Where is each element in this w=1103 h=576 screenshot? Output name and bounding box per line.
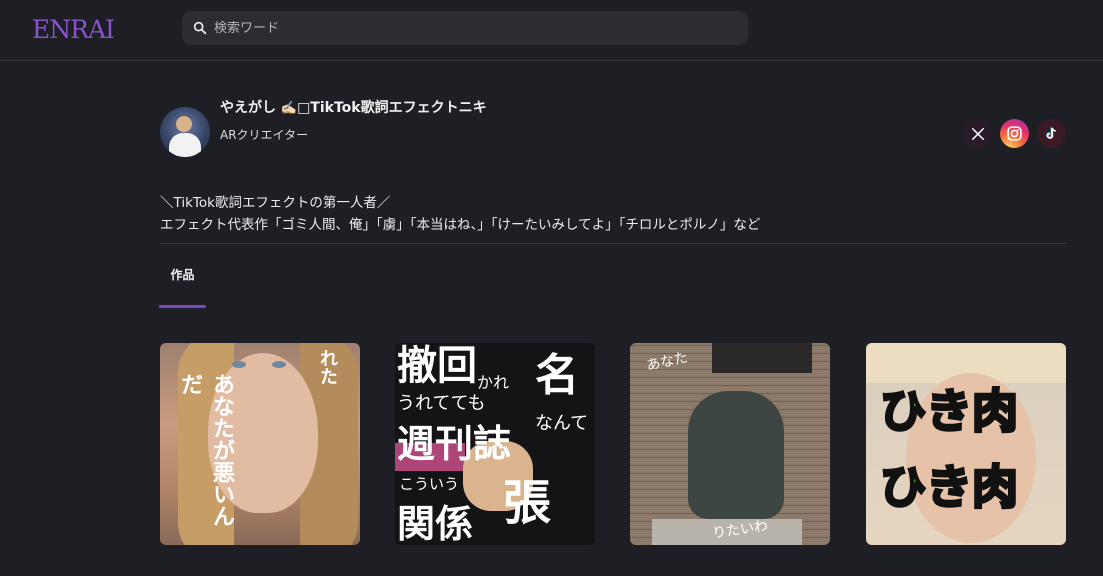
work-caption: あなたが悪いんだ — [177, 373, 235, 527]
x-link[interactable] — [963, 119, 992, 148]
creator-name: やえがし ✍🏻□TikTok歌詞エフェクトニキ — [220, 97, 487, 117]
divider — [160, 243, 1066, 244]
work-caption: ひき肉 — [879, 383, 1020, 440]
instagram-link[interactable] — [1000, 119, 1029, 148]
work-card[interactable]: あなた りたいわ — [630, 343, 830, 545]
work-caption: あなた — [645, 349, 690, 375]
work-caption: 撤回 — [397, 343, 477, 389]
work-card[interactable]: ひき肉 ひき肉 — [866, 343, 1066, 545]
avatar[interactable] — [160, 107, 210, 157]
tab-works[interactable]: 作品 — [159, 262, 206, 308]
work-caption: こういう — [399, 475, 460, 493]
creator-role: ARクリエイター — [220, 128, 309, 142]
writing-hand-emoji: ✍🏻 — [280, 101, 298, 116]
work-caption: うれてても — [397, 393, 486, 414]
logo[interactable]: ENRAI — [32, 12, 115, 48]
works-grid: れた あなたが悪いんだ 撤回 週刊誌 関係 張 名 かれ うれてても なんて こ… — [160, 343, 1066, 545]
work-caption: 週刊誌 — [397, 421, 512, 466]
search-icon — [193, 21, 207, 35]
active-tab-indicator — [159, 305, 206, 308]
top-bar: ENRAI — [0, 0, 1103, 61]
work-caption: れた — [317, 349, 338, 385]
tiktok-link[interactable] — [1037, 119, 1066, 148]
creator-name-text: やえがし — [220, 100, 276, 116]
x-icon — [971, 127, 984, 140]
search-bar[interactable] — [182, 11, 748, 45]
work-caption: ひき肉 — [879, 459, 1020, 516]
work-caption: なんて — [535, 413, 589, 434]
social-links — [963, 119, 1066, 148]
profile-bio: ＼TikTok歌詞エフェクトの第一人者／ エフェクト代表作「ゴミ人間、俺」「虜」… — [160, 192, 1066, 236]
work-caption: 名 — [535, 350, 579, 401]
creator-name-suffix: □TikTok歌詞エフェクトニキ — [297, 100, 487, 116]
bio-line: ＼TikTok歌詞エフェクトの第一人者／ — [160, 195, 391, 211]
work-card[interactable]: 撤回 週刊誌 関係 張 名 かれ うれてても なんて こういう — [395, 343, 595, 545]
work-caption: 関係 — [397, 501, 474, 545]
bio-line: エフェクト代表作「ゴミ人間、俺」「虜」「本当はね、」「けーたいみしてよ」「チロル… — [160, 217, 761, 233]
search-input[interactable] — [208, 20, 748, 36]
instagram-icon — [1007, 126, 1022, 141]
work-card[interactable]: れた あなたが悪いんだ — [160, 343, 360, 545]
work-caption: 張 — [503, 475, 552, 531]
tiktok-icon — [1046, 127, 1056, 140]
